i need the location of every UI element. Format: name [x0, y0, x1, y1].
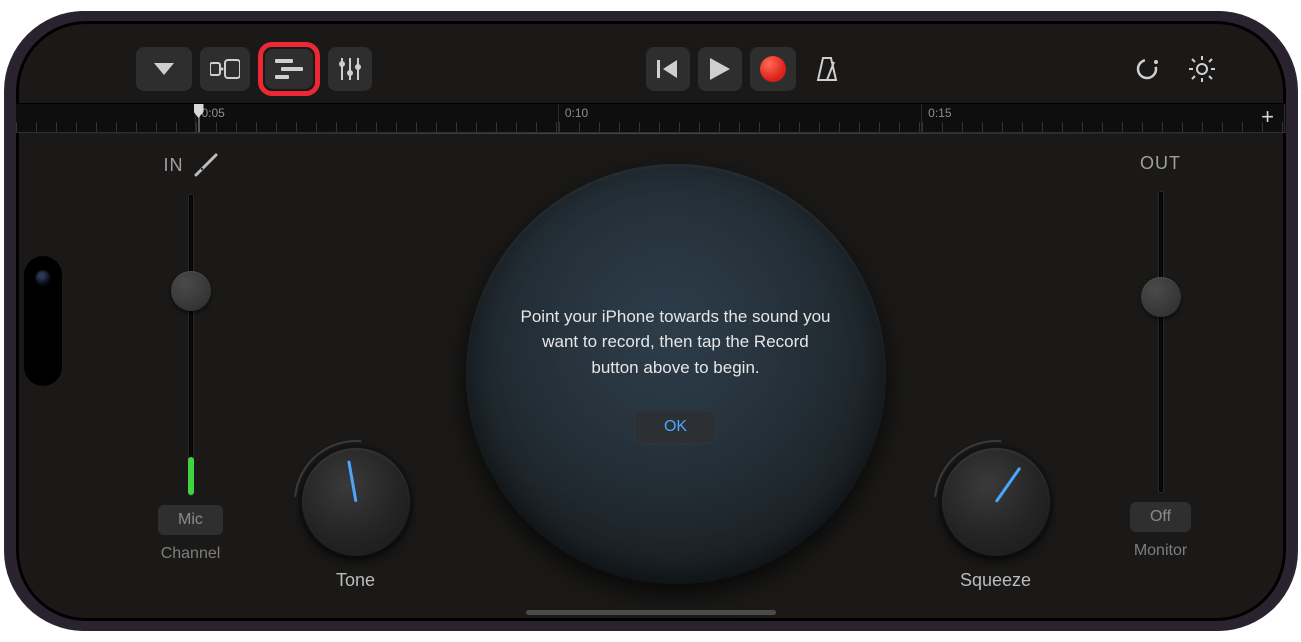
metronome-button[interactable]: [804, 47, 850, 91]
metronome-icon: [814, 56, 840, 82]
track-controls-button[interactable]: [328, 47, 372, 91]
ruler-mark: 0:15: [928, 106, 951, 120]
tone-knob[interactable]: [302, 448, 410, 556]
knob-pointer-icon: [347, 460, 357, 502]
tracks-view-icon: [275, 59, 303, 79]
home-indicator[interactable]: [526, 610, 776, 615]
out-label: OUT: [1140, 153, 1181, 174]
slider-track: [1159, 192, 1163, 492]
slider-thumb-icon: [1141, 277, 1181, 317]
input-channel-chip[interactable]: Mic: [158, 505, 223, 535]
monitor-chip[interactable]: Off: [1130, 502, 1191, 532]
ruler-segment: [16, 104, 196, 132]
ok-button[interactable]: OK: [634, 410, 717, 444]
record-icon: [760, 56, 786, 82]
go-to-beginning-button[interactable]: [646, 47, 690, 91]
ruler-segment: 0:15: [922, 104, 1285, 132]
output-column: OUT Off Monitor: [1106, 153, 1216, 591]
tracks-view-button[interactable]: [265, 49, 313, 89]
audio-recorder-panel: IN Mic Channel Tone Point your i: [16, 133, 1286, 621]
squeeze-label: Squeeze: [960, 570, 1031, 591]
go-to-beginning-icon: [657, 58, 679, 80]
add-track-button[interactable]: +: [1256, 106, 1280, 130]
loop-button[interactable]: [1124, 47, 1170, 91]
play-icon: [710, 58, 730, 80]
input-jack-icon: [194, 153, 218, 177]
recorder-visualizer: Point your iPhone towards the sound you …: [466, 164, 886, 584]
ruler-segment: 0:05: [196, 104, 559, 132]
ruler-segment: 0:10: [559, 104, 922, 132]
iphone-frame: 0:05 0:10 0:15 + IN Mic: [6, 11, 1296, 631]
settings-icon: [1188, 55, 1216, 83]
timeline-ruler[interactable]: 0:05 0:10 0:15 +: [16, 103, 1286, 133]
instrument-browser-button[interactable]: [200, 47, 250, 91]
record-button[interactable]: [750, 47, 796, 91]
highlight-annotation: [258, 42, 320, 96]
instrument-browser-icon: [210, 59, 240, 79]
plus-icon: +: [1261, 104, 1274, 129]
in-label: IN: [164, 155, 184, 176]
track-controls-icon: [338, 58, 362, 80]
control-bar: [16, 39, 1286, 99]
play-button[interactable]: [698, 47, 742, 91]
tone-label: Tone: [336, 570, 375, 591]
monitor-label: Monitor: [1134, 542, 1187, 560]
front-camera: [35, 270, 51, 286]
hint-text: Point your iPhone towards the sound you …: [521, 304, 831, 381]
slider-track: [189, 195, 193, 495]
my-songs-button[interactable]: [136, 47, 192, 91]
input-level-meter: [188, 457, 194, 495]
input-level-slider[interactable]: [161, 195, 221, 495]
tone-column: Tone: [302, 153, 410, 591]
output-level-slider[interactable]: [1131, 192, 1191, 492]
slider-thumb-icon: [171, 271, 211, 311]
squeeze-column: Squeeze: [942, 153, 1050, 591]
chevron-down-icon: [154, 63, 174, 75]
squeeze-knob[interactable]: [942, 448, 1050, 556]
knob-pointer-icon: [994, 467, 1021, 503]
input-channel-label: Channel: [161, 545, 221, 563]
settings-button[interactable]: [1178, 47, 1226, 91]
dynamic-island: [24, 256, 62, 386]
ruler-mark: 0:05: [202, 106, 225, 120]
loop-icon: [1134, 56, 1160, 82]
ruler-mark: 0:10: [565, 106, 588, 120]
input-column: IN Mic Channel: [136, 153, 246, 591]
